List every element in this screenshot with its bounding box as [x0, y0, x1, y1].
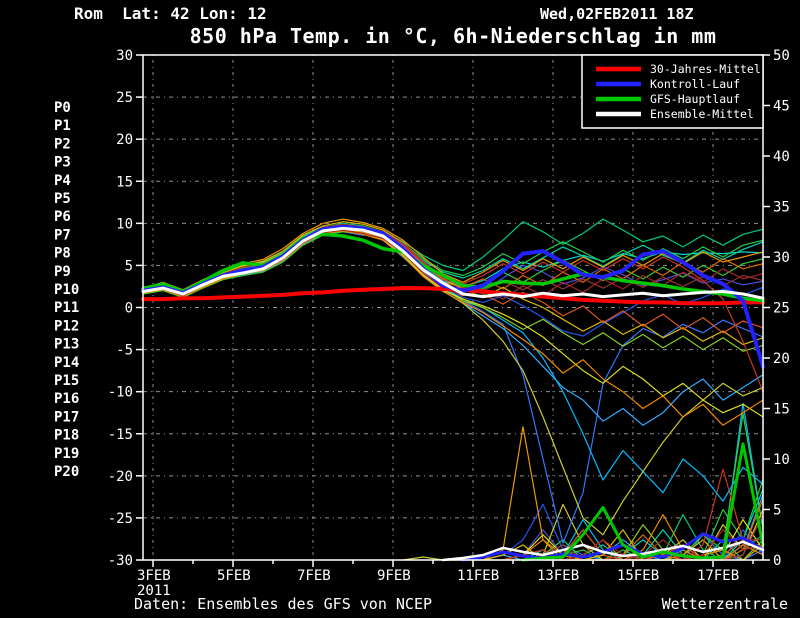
- x-axis-tick-label: 9FEB: [377, 568, 411, 584]
- left-axis-tick-label: -20: [108, 469, 133, 485]
- member-label-P4: P4: [54, 173, 71, 189]
- right-axis-tick-label: 0: [773, 553, 781, 569]
- member-label-P2: P2: [54, 136, 71, 152]
- left-axis-tick-label: 25: [116, 90, 133, 106]
- x-axis-tick-label: 7FEB: [297, 568, 331, 584]
- right-axis-tick-label: 15: [773, 402, 790, 418]
- member-label-P1: P1: [54, 118, 71, 134]
- left-axis-tick-label: 20: [116, 132, 133, 148]
- member-label-P10: P10: [54, 282, 79, 298]
- left-axis-tick-label: -25: [108, 511, 133, 527]
- member-label-P17: P17: [54, 409, 79, 425]
- x-axis-tick-label: 3FEB: [137, 568, 171, 584]
- member-label-P6: P6: [54, 209, 71, 225]
- member-label-P3: P3: [54, 155, 71, 171]
- member-label-P16: P16: [54, 391, 79, 407]
- left-axis-tick-label: -5: [116, 343, 133, 359]
- right-axis-tick-label: 45: [773, 99, 790, 115]
- right-axis-tick-label: 25: [773, 301, 790, 317]
- member-label-P13: P13: [54, 337, 79, 353]
- x-axis-tick-label: 17FEB: [697, 568, 739, 584]
- member-label-P19: P19: [54, 446, 79, 462]
- member-label-P20: P20: [54, 464, 79, 480]
- right-axis-tick-label: 35: [773, 200, 790, 216]
- member-label-P15: P15: [54, 373, 79, 389]
- legend-label-3: Ensemble-Mittel: [650, 107, 754, 121]
- right-axis-tick-label: 20: [773, 351, 790, 367]
- right-axis-tick-label: 30: [773, 250, 790, 266]
- left-axis-tick-label: -15: [108, 427, 133, 443]
- member-label-P11: P11: [54, 300, 79, 316]
- left-axis-tick-label: 0: [125, 301, 133, 317]
- member-label-P9: P9: [54, 264, 71, 280]
- member-label-P18: P18: [54, 428, 79, 444]
- left-axis-tick-label: -10: [108, 385, 133, 401]
- x-axis-tick-label: 5FEB: [217, 568, 251, 584]
- member-label-P5: P5: [54, 191, 71, 207]
- right-axis-tick-label: 40: [773, 149, 790, 165]
- x-axis-tick-label: 13FEB: [537, 568, 579, 584]
- data-source-note: Daten: Ensembles des GFS von NCEP: [134, 595, 432, 613]
- left-axis-tick-label: 5: [125, 258, 133, 274]
- left-axis-tick-label: 30: [116, 48, 133, 64]
- member-label-P8: P8: [54, 246, 71, 262]
- member-label-P7: P7: [54, 227, 71, 243]
- member-label-P0: P0: [54, 100, 71, 116]
- legend-label-0: 30-Jahres-Mittel: [650, 62, 761, 76]
- x-axis-tick-label: 15FEB: [617, 568, 659, 584]
- brand-label: Wetterzentrale: [662, 595, 788, 613]
- right-axis-tick-label: 50: [773, 48, 790, 64]
- left-axis-tick-label: 15: [116, 174, 133, 190]
- x-axis-tick-label: 11FEB: [457, 568, 499, 584]
- ensemble-chart: 302520151050-5-10-15-20-25-3050454035302…: [0, 0, 800, 618]
- member-label-P12: P12: [54, 318, 79, 334]
- legend-label-2: GFS-Hauptlauf: [650, 92, 740, 106]
- meteogram-page: Rom Lat: 42 Lon: 12 Wed,02FEB2011 18Z 85…: [0, 0, 800, 618]
- left-axis-tick-label: -30: [108, 553, 133, 569]
- right-axis-tick-label: 10: [773, 452, 790, 468]
- member-temp-line-P18: [143, 225, 763, 392]
- member-label-P14: P14: [54, 355, 79, 371]
- right-axis-tick-label: 5: [773, 503, 781, 519]
- legend-label-1: Kontroll-Lauf: [650, 77, 740, 91]
- left-axis-tick-label: 10: [116, 216, 133, 232]
